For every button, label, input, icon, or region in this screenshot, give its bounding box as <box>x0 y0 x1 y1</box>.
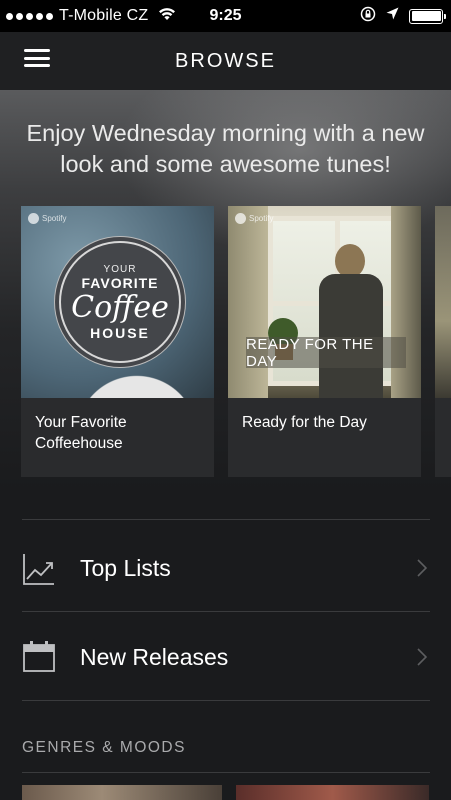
card-title: Your Favorite Coffeehouse <box>21 398 214 454</box>
cover-brand: Spotify <box>42 214 67 223</box>
cover-overlay-text: READY FOR THE DAY <box>246 336 406 370</box>
new-releases-row[interactable]: New Releases <box>0 613 451 701</box>
badge-text-favorite: FAVORITE <box>81 274 159 291</box>
badge-text-house: HOUSE <box>90 324 150 341</box>
hamburger-menu-icon[interactable] <box>24 46 50 70</box>
chevron-right-icon <box>417 559 428 577</box>
top-lists-label: Top Lists <box>80 554 171 581</box>
card-title-line2: Coffeehouse <box>35 435 123 452</box>
playlist-cover-partial <box>435 206 451 398</box>
chevron-right-icon <box>417 648 428 666</box>
spotify-logo-icon: Spotify <box>28 213 66 224</box>
navigation-bar: BROWSE <box>0 32 451 90</box>
carrier-name: T-Mobile CZ <box>59 7 149 24</box>
greeting-message: Enjoy Wednesday morning with a new look … <box>26 120 425 177</box>
card-title-line1: Your Favorite <box>35 414 127 431</box>
chart-line-icon <box>22 552 56 586</box>
battery-level <box>411 11 441 21</box>
wifi-icon <box>158 7 176 26</box>
card-title: Ready for the Day <box>242 414 367 431</box>
rotation-lock-icon <box>360 6 376 27</box>
badge-text-coffee: Coffee <box>71 289 169 325</box>
spotify-logo-icon: Spotify <box>235 213 273 224</box>
featured-card-partial[interactable] <box>435 206 451 477</box>
divider <box>22 611 430 612</box>
playlist-cover-ready-for-the-day: Spotify READY FOR THE DAY <box>228 206 421 398</box>
person-silhouette <box>313 244 393 398</box>
genres-moods-heading: GENRES & MOODS <box>22 739 186 756</box>
battery-icon <box>409 8 446 24</box>
page-title: BROWSE <box>175 49 276 72</box>
signal-strength-icon <box>6 12 53 20</box>
genre-tile[interactable] <box>236 785 429 800</box>
genre-tile[interactable] <box>22 785 222 800</box>
divider <box>22 772 430 773</box>
playlist-cover-coffeehouse: Spotify YOUR FAVORITE Coffee HOUSE <box>21 206 214 398</box>
divider <box>22 700 430 701</box>
top-lists-row[interactable]: Top Lists <box>0 524 451 612</box>
badge-text-your: YOUR <box>103 263 137 275</box>
cover-brand: Spotify <box>249 214 274 223</box>
divider <box>22 519 430 520</box>
status-bar: T-Mobile CZ 9:25 <box>0 0 451 32</box>
coffee-house-badge: YOUR FAVORITE Coffee HOUSE <box>59 241 181 363</box>
featured-card-coffeehouse[interactable]: Spotify YOUR FAVORITE Coffee HOUSE Your … <box>21 206 214 477</box>
featured-card-ready-for-the-day[interactable]: Spotify READY FOR THE DAY Ready for the … <box>228 206 421 477</box>
location-arrow-icon <box>386 7 399 25</box>
calendar-icon <box>22 639 56 673</box>
new-releases-label: New Releases <box>80 643 229 670</box>
